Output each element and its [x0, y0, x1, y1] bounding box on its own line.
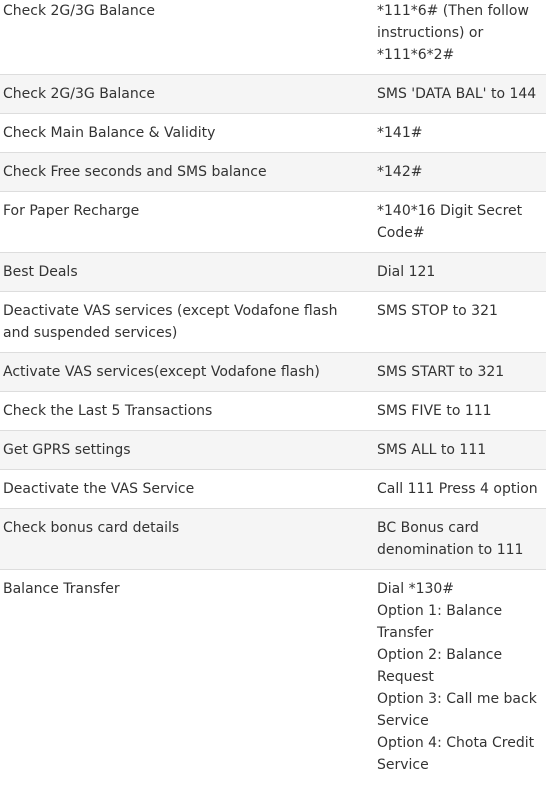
code-line: Dial 121	[377, 264, 436, 280]
code-line: Option 4: Chota Credit Service	[377, 735, 535, 773]
feature-cell: Best Deals	[0, 252, 371, 292]
table-row: Check 2G/3G Balance SMS 'DATA BAL' to 144	[0, 74, 546, 114]
code-line: Option 1: Balance Transfer	[377, 603, 503, 641]
code-line: Dial *130#	[377, 581, 455, 597]
feature-cell: Get GPRS settings	[0, 430, 371, 470]
feature-cell: Activate VAS services(except Vodafone fl…	[0, 352, 371, 392]
code-cell: Dial *130# Option 1: Balance Transfer Opti…	[371, 570, 546, 785]
code-cell: SMS 'DATA BAL' to 144	[371, 74, 546, 114]
table-row: Get GPRS settings SMS ALL to 111	[0, 430, 546, 470]
ussd-codes-table: Check 2G/3G Balance *111*6# (Then follow …	[0, 0, 546, 784]
code-line: *142#	[377, 164, 423, 180]
code-line: Call 111 Press 4 option	[377, 481, 538, 497]
code-line: *111*6# (Then follow instructions) or *1…	[377, 3, 529, 63]
code-line: SMS 'DATA BAL' to 144	[377, 86, 537, 102]
feature-cell: Check the Last 5 Transactions	[0, 391, 371, 431]
code-cell: *142#	[371, 152, 546, 192]
code-line: SMS FIVE to 111	[377, 403, 492, 419]
code-cell: *140*16 Digit Secret Code#	[371, 191, 546, 253]
table-body: Check 2G/3G Balance *111*6# (Then follow …	[0, 0, 546, 784]
table-row: Check Free seconds and SMS balance *142#	[0, 152, 546, 192]
feature-cell: Check 2G/3G Balance	[0, 0, 371, 75]
table-row: For Paper Recharge *140*16 Digit Secret C…	[0, 191, 546, 253]
feature-cell: Check Free seconds and SMS balance	[0, 152, 371, 192]
code-cell: Dial 121	[371, 252, 546, 292]
table-row: Best Deals Dial 121	[0, 252, 546, 292]
table-row: Check 2G/3G Balance *111*6# (Then follow …	[0, 0, 546, 75]
table-row: Check Main Balance & Validity *141#	[0, 113, 546, 153]
feature-cell: Deactivate the VAS Service	[0, 469, 371, 509]
table-row: Deactivate the VAS Service Call 111 Press…	[0, 469, 546, 509]
table-row: Activate VAS services(except Vodafone fl…	[0, 352, 546, 392]
table-row: Balance Transfer Dial *130# Option 1: Bala…	[0, 570, 546, 785]
code-line: *141#	[377, 125, 423, 141]
code-line: Option 2: Balance Request	[377, 647, 503, 685]
feature-cell: Check 2G/3G Balance	[0, 74, 371, 114]
code-line: Option 3: Call me back Service	[377, 691, 537, 729]
table-row: Check bonus card details BC Bonus card de…	[0, 508, 546, 570]
code-cell: Call 111 Press 4 option	[371, 469, 546, 509]
table-row: Check the Last 5 Transactions SMS FIVE to…	[0, 391, 546, 431]
code-cell: SMS FIVE to 111	[371, 391, 546, 431]
code-line: SMS ALL to 111	[377, 442, 487, 458]
code-line: SMS STOP to 321	[377, 303, 498, 319]
code-cell: *111*6# (Then follow instructions) or *1…	[371, 0, 546, 75]
feature-cell: Check Main Balance & Validity	[0, 113, 371, 153]
code-cell: SMS STOP to 321	[371, 291, 546, 353]
feature-cell: Check bonus card details	[0, 508, 371, 570]
feature-cell: Balance Transfer	[3, 581, 120, 597]
table-row: Deactivate VAS services (except Vodafone…	[0, 291, 546, 353]
code-cell: SMS START to 321	[371, 352, 546, 392]
code-cell: *141#	[371, 113, 546, 153]
code-cell: BC Bonus card denomination to 111	[371, 508, 546, 570]
code-line: SMS START to 321	[377, 364, 505, 380]
feature-cell: For Paper Recharge	[0, 191, 371, 253]
code-line: *140*16 Digit Secret Code#	[377, 203, 523, 241]
feature-cell: Deactivate VAS services (except Vodafone…	[0, 291, 371, 353]
code-cell: SMS ALL to 111	[371, 430, 546, 470]
code-line: BC Bonus card denomination to 111	[377, 520, 524, 558]
